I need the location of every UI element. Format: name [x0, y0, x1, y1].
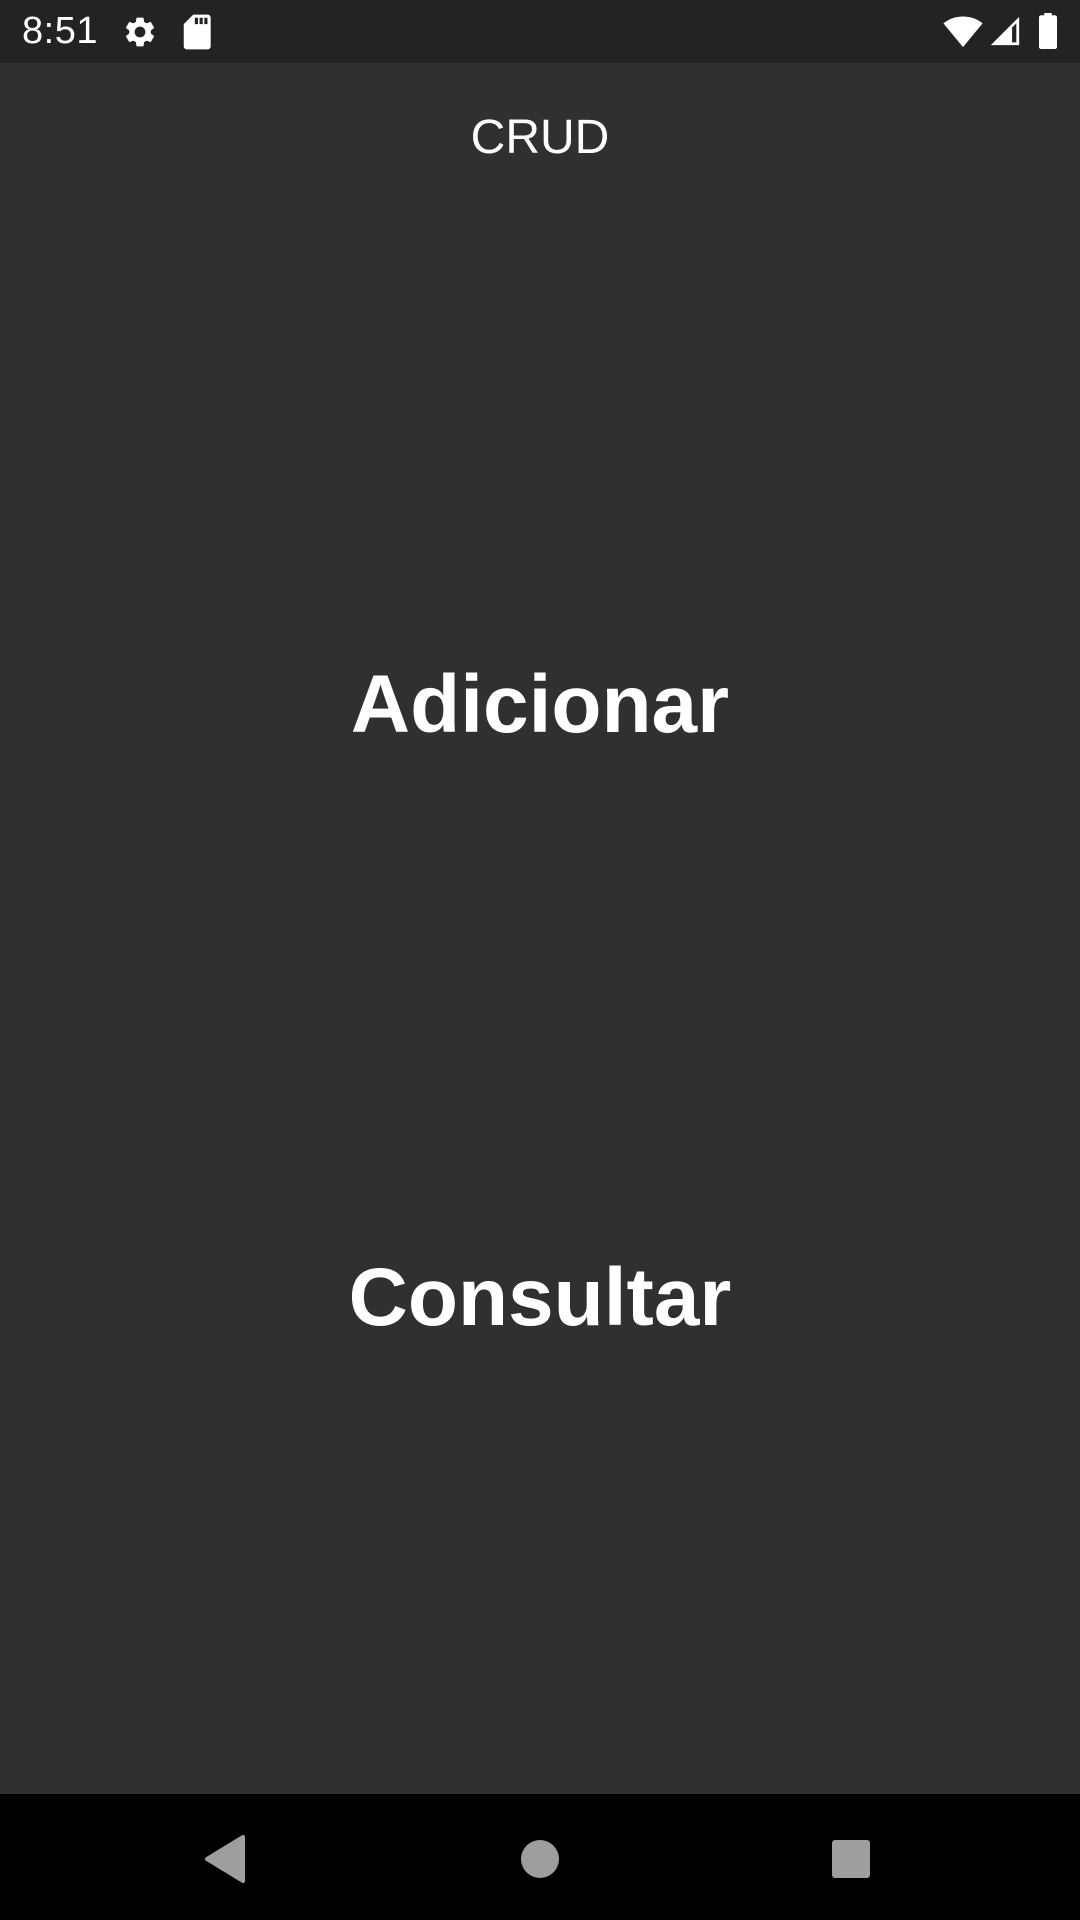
recents-button[interactable] [806, 1814, 896, 1904]
wifi-icon [943, 16, 983, 48]
back-button[interactable] [180, 1814, 270, 1904]
signal-icon [990, 16, 1020, 46]
battery-icon [1039, 13, 1057, 49]
status-bar: 8:51 [0, 0, 1080, 63]
recents-icon [832, 1840, 870, 1878]
status-time: 8:51 [22, 10, 98, 52]
screen: 8:51 CRUD Adicionar Consultar [0, 0, 1080, 1920]
settings-icon [125, 17, 155, 47]
app-title: CRUD [470, 111, 610, 164]
home-icon [521, 1840, 559, 1878]
home-button[interactable] [495, 1814, 585, 1904]
navigation-bar [0, 1794, 1080, 1920]
sd-card-icon [183, 14, 211, 50]
add-button[interactable]: Adicionar [0, 650, 1080, 760]
back-icon [205, 1835, 245, 1883]
query-button[interactable]: Consultar [0, 1243, 1080, 1353]
